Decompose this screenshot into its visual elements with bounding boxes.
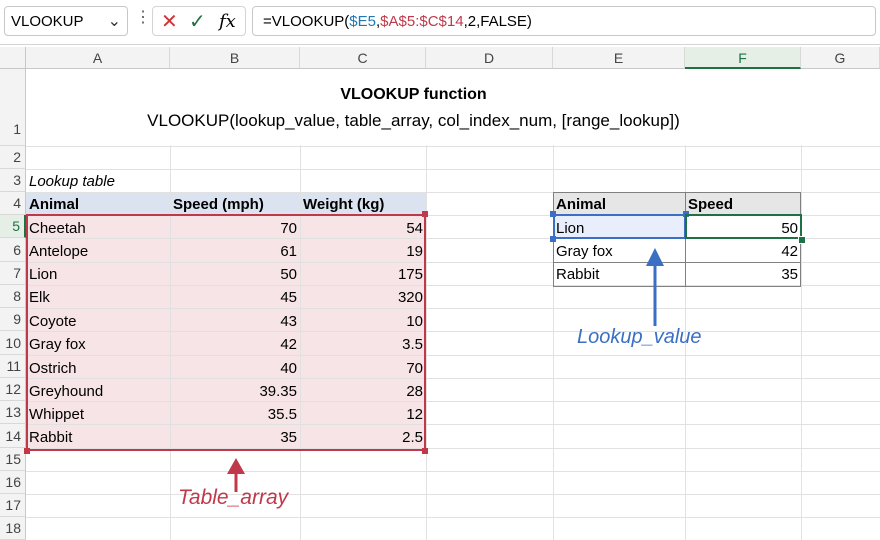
table-array-annotation: Table_array bbox=[178, 486, 289, 509]
lookup-value-arrow bbox=[646, 248, 664, 326]
lookup-value-annotation: Lookup_value bbox=[577, 326, 702, 348]
annotation-arrows bbox=[227, 248, 664, 492]
